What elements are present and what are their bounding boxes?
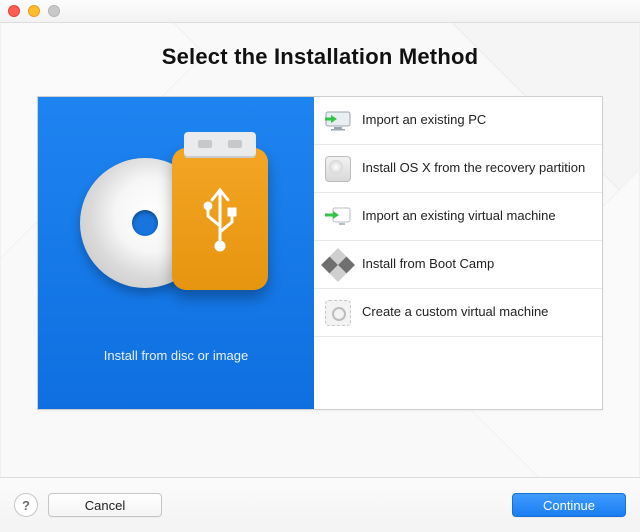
selected-method-caption: Install from disc or image (104, 348, 249, 363)
option-create-custom-vm[interactable]: Create a custom virtual machine (314, 289, 602, 337)
option-install-boot-camp[interactable]: Install from Boot Camp (314, 241, 602, 289)
page-title: Select the Installation Method (162, 44, 478, 70)
installation-options-list: Import an existing PC Install OS X from … (314, 97, 602, 409)
bootcamp-icon (324, 251, 352, 279)
window-titlebar (0, 0, 640, 23)
continue-button[interactable]: Continue (512, 493, 626, 517)
zoom-window-button[interactable] (48, 5, 60, 17)
option-label: Install OS X from the recovery partition (362, 160, 585, 176)
disc-and-usb-icon (86, 136, 266, 316)
option-label: Import an existing virtual machine (362, 208, 556, 224)
import-vm-icon (324, 203, 352, 231)
usb-icon (198, 184, 242, 254)
harddrive-icon (324, 155, 352, 183)
custom-vm-icon (324, 299, 352, 327)
option-import-existing-pc[interactable]: Import an existing PC (314, 97, 602, 145)
help-button[interactable]: ? (14, 493, 38, 517)
monitor-import-icon (324, 107, 352, 135)
selected-method-preview: Install from disc or image (38, 97, 314, 409)
installation-method-panel: Install from disc or image Import an exi… (37, 96, 603, 410)
option-label: Import an existing PC (362, 112, 486, 128)
dialog-footer: ? Cancel Continue (0, 477, 640, 532)
option-label: Install from Boot Camp (362, 256, 494, 272)
option-import-existing-vm[interactable]: Import an existing virtual machine (314, 193, 602, 241)
close-window-button[interactable] (8, 5, 20, 17)
main-content: Select the Installation Method (0, 22, 640, 478)
minimize-window-button[interactable] (28, 5, 40, 17)
option-install-osx-recovery[interactable]: Install OS X from the recovery partition (314, 145, 602, 193)
option-label: Create a custom virtual machine (362, 304, 548, 320)
cancel-button[interactable]: Cancel (48, 493, 162, 517)
